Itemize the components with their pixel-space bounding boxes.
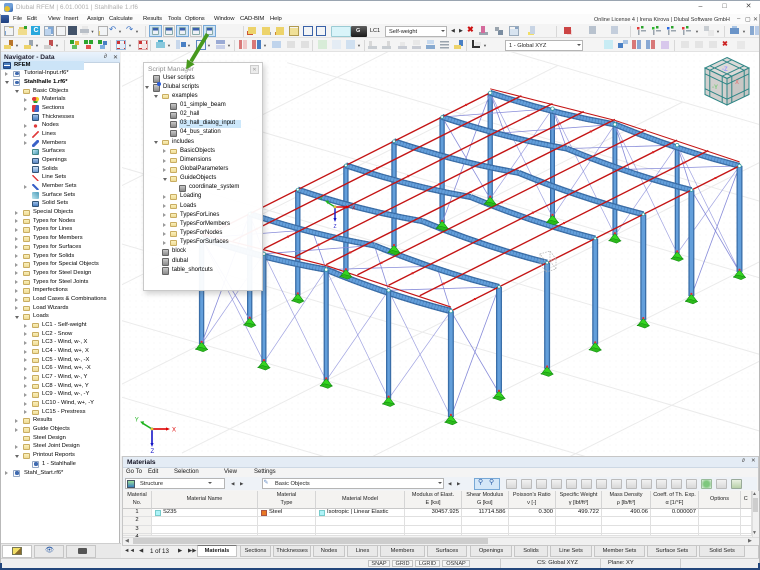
svg-text:X: X [735,80,739,86]
svg-text:X: X [172,428,176,434]
svg-text:-Y: -Y [712,85,718,91]
svg-text:-Z: -Z [722,67,728,73]
svg-text:Z: Z [151,449,155,455]
svg-text:Z: Z [334,224,337,230]
svg-text:Y: Y [135,417,139,423]
